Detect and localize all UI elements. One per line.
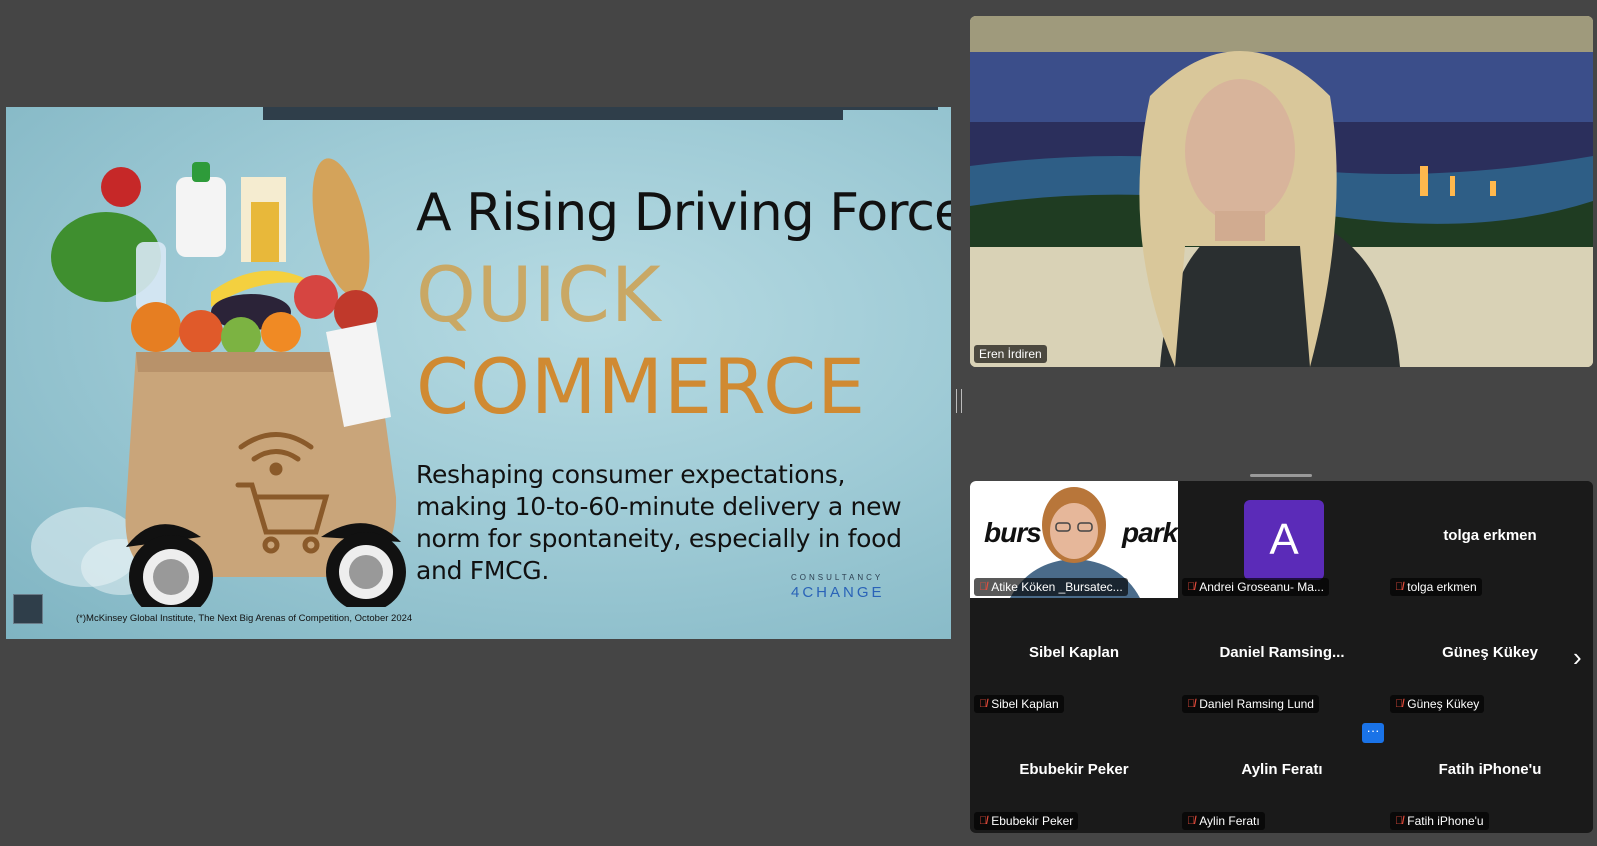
participant-tile[interactable]: Aylin Feratı 🎙̸ Aylin Feratı [1178, 715, 1386, 832]
participant-display-name: Aylin Feratı [1241, 761, 1323, 778]
more-options-button[interactable]: ··· [1362, 723, 1384, 743]
speaker-name-tag: Eren İrdiren [974, 345, 1047, 363]
slide-top-bar [263, 107, 843, 120]
mic-muted-icon: 🎙̸ [1187, 815, 1196, 827]
brand-logo-small: CONSULTANCY [791, 573, 884, 582]
participant-tile[interactable]: tolga erkmen 🎙̸ tolga erkmen [1386, 481, 1593, 598]
speaker-video-feed [970, 16, 1593, 367]
participant-name-tag: 🎙̸ Güneş Kükey [1390, 695, 1485, 713]
participant-name-tag: 🎙̸ Andrei Groseanu- Ma... [1182, 578, 1329, 596]
participant-name-tag: 🎙̸ Aylin Feratı [1182, 812, 1265, 830]
participant-display-name: Ebubekir Peker [1019, 761, 1129, 778]
participant-tile[interactable]: Ebubekir Peker 🎙̸ Ebubekir Peker [970, 715, 1178, 832]
participant-display-name: tolga erkmen [1443, 527, 1537, 544]
split-view-handle[interactable] [956, 389, 962, 413]
mic-muted-icon: 🎙̸ [1395, 581, 1404, 593]
mic-muted-icon: 🎙̸ [1395, 815, 1404, 827]
mic-muted-icon: 🎙̸ [979, 581, 988, 593]
slide-title: A Rising Driving Force: [416, 183, 951, 243]
participant-tile[interactable]: burs park 🎙̸ Atike Köken _Bursatec... [970, 481, 1178, 598]
participant-tile[interactable]: Fatih iPhone'u 🎙̸ Fatih iPhone'u [1386, 715, 1593, 832]
participant-name-tag: 🎙̸ Sibel Kaplan [974, 695, 1064, 713]
slide-highlight: QUICK COMMERCE [416, 249, 916, 433]
participant-name-tag: 🎙̸ Ebubekir Peker [974, 812, 1079, 830]
shared-slide: A Rising Driving Force: QUICK COMMERCE R… [6, 107, 951, 639]
slide-footnote: (*)McKinsey Global Institute, The Next B… [76, 613, 413, 624]
mic-muted-icon: 🎙̸ [1187, 581, 1196, 593]
participant-name-tag: 🎙̸ Daniel Ramsing Lund [1182, 695, 1319, 713]
participant-avatar: A [1244, 500, 1324, 580]
mic-muted-icon: 🎙̸ [979, 815, 988, 827]
participant-tile[interactable]: Sibel Kaplan 🎙̸ Sibel Kaplan [970, 598, 1178, 715]
grocery-bag-illustration [31, 158, 406, 607]
slide-highlight-line1: QUICK [416, 250, 662, 339]
participant-gallery: burs park 🎙̸ Atike Köken _Bursatec... A … [970, 481, 1593, 833]
mic-muted-icon: 🎙̸ [1187, 698, 1196, 710]
next-page-chevron-icon[interactable]: › [1573, 642, 1582, 673]
panel-resize-grip[interactable] [1250, 474, 1312, 477]
mic-muted-icon: 🎙̸ [1395, 698, 1404, 710]
participant-display-name: Fatih iPhone'u [1438, 761, 1542, 778]
participant-tile[interactable]: A 🎙̸ Andrei Groseanu- Ma... [1178, 481, 1386, 598]
slide-highlight-line2: COMMERCE [416, 342, 867, 431]
active-speaker-video[interactable]: Eren İrdiren [970, 16, 1593, 367]
slide-body-text: Reshaping consumer expectations, making … [416, 460, 902, 585]
slide-top-bar-thin [843, 107, 938, 110]
participant-display-name: Sibel Kaplan [1028, 644, 1120, 661]
brand-logo-big: 4CHANGE [791, 584, 885, 601]
brand-logo: CONSULTANCY 4CHANGE [791, 573, 885, 601]
participant-name-tag: 🎙̸ Fatih iPhone'u [1390, 812, 1489, 830]
participant-name-tag: 🎙̸ tolga erkmen [1390, 578, 1482, 596]
participant-name-tag: 🎙̸ Atike Köken _Bursatec... [974, 578, 1128, 596]
participant-tile[interactable]: Güneş Kükey 🎙̸ Güneş Kükey [1386, 598, 1593, 715]
participant-tile[interactable]: Daniel Ramsing... 🎙̸ Daniel Ramsing Lund [1178, 598, 1386, 715]
participant-display-name: Daniel Ramsing... [1219, 644, 1345, 661]
mic-muted-icon: 🎙̸ [979, 698, 988, 710]
slide-corner-square [13, 594, 43, 624]
participant-display-name: Güneş Kükey [1442, 644, 1538, 661]
